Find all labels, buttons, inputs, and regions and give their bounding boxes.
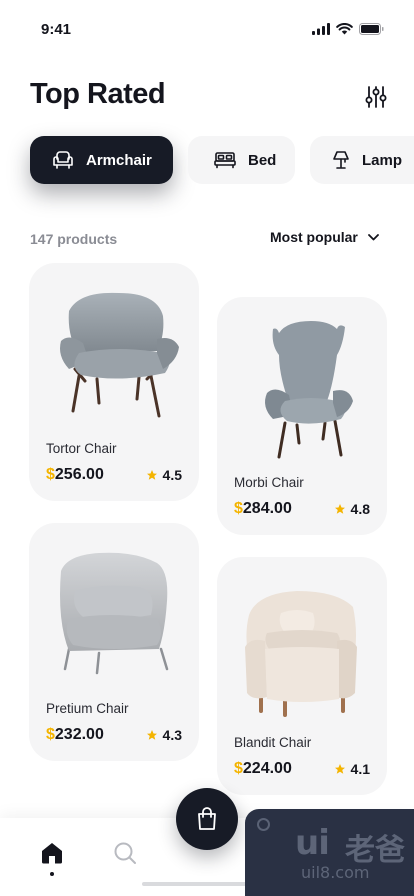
wifi-icon [336,23,353,35]
star-icon [146,730,157,740]
page-title: Top Rated [30,78,166,110]
signal-icon [312,23,330,35]
nav-home[interactable] [39,840,65,866]
rating-value: 4.5 [162,467,182,483]
status-bar: 9:41 [0,0,414,58]
currency-symbol: $ [234,760,243,777]
category-tabs: Armchair Bed Lamp [30,136,414,184]
tab-bed[interactable]: Bed [188,136,295,184]
battery-icon [359,23,384,35]
watermark-brand: ui [295,823,330,863]
tab-armchair-label: Armchair [86,151,152,169]
status-time: 9:41 [41,21,72,38]
filter-button[interactable] [362,84,390,110]
product-card[interactable]: Blandit Chair $224.00 4.1 [217,557,387,795]
product-name: Blandit Chair [234,735,312,750]
tab-lamp[interactable]: Lamp [310,136,414,184]
price-value: 224.00 [242,760,292,777]
price-value: 232.00 [54,726,104,743]
product-image [265,321,353,459]
product-price: $224.00 [234,760,292,778]
armchair-icon [53,151,73,169]
product-rating: 4.3 [146,727,182,743]
status-icons [312,23,384,35]
currency-symbol: $ [46,466,55,483]
watermark: ui 老爸 uil8.com [245,809,414,896]
tab-lamp-label: Lamp [362,151,403,169]
product-card[interactable]: Morbi Chair $284.00 4.8 [217,297,387,535]
product-image [60,552,169,675]
watermark-dot [257,818,270,831]
product-image [245,591,357,717]
sliders-icon [365,86,387,108]
price-value: 256.00 [54,466,104,483]
product-name: Tortor Chair [46,441,117,456]
currency-symbol: $ [234,500,243,517]
shopping-bag-icon [198,807,216,830]
chevron-down-icon [367,233,379,240]
tab-bed-label: Bed [248,151,277,169]
sort-dropdown[interactable]: Most popular [270,229,379,245]
product-price: $284.00 [234,500,292,518]
product-rating: 4.8 [334,501,370,517]
rating-value: 4.8 [350,501,370,517]
watermark-url: uil8.com [301,863,370,882]
star-icon [334,504,345,514]
product-rating: 4.5 [146,467,182,483]
product-card[interactable]: Pretium Chair $232.00 4.3 [29,523,199,761]
product-rating: 4.1 [334,761,370,777]
star-icon [146,470,157,480]
product-price: $232.00 [46,726,104,744]
rating-value: 4.3 [162,727,182,743]
product-price: $256.00 [46,466,104,484]
product-image [60,292,179,418]
bed-icon [214,152,236,169]
rating-value: 4.1 [350,761,370,777]
active-indicator [50,872,54,876]
cart-button[interactable] [176,788,238,850]
product-name: Pretium Chair [46,701,129,716]
tab-armchair[interactable]: Armchair [30,136,173,184]
nav-search[interactable] [112,840,138,866]
lamp-icon [333,151,349,169]
products-count: 147 products [30,231,118,247]
product-card[interactable]: Tortor Chair $256.00 4.5 [29,263,199,501]
currency-symbol: $ [46,726,55,743]
star-icon [334,764,345,774]
sort-label: Most popular [270,229,358,245]
price-value: 284.00 [242,500,292,517]
product-name: Morbi Chair [234,475,304,490]
home-icon [42,843,62,864]
search-icon [114,842,136,864]
